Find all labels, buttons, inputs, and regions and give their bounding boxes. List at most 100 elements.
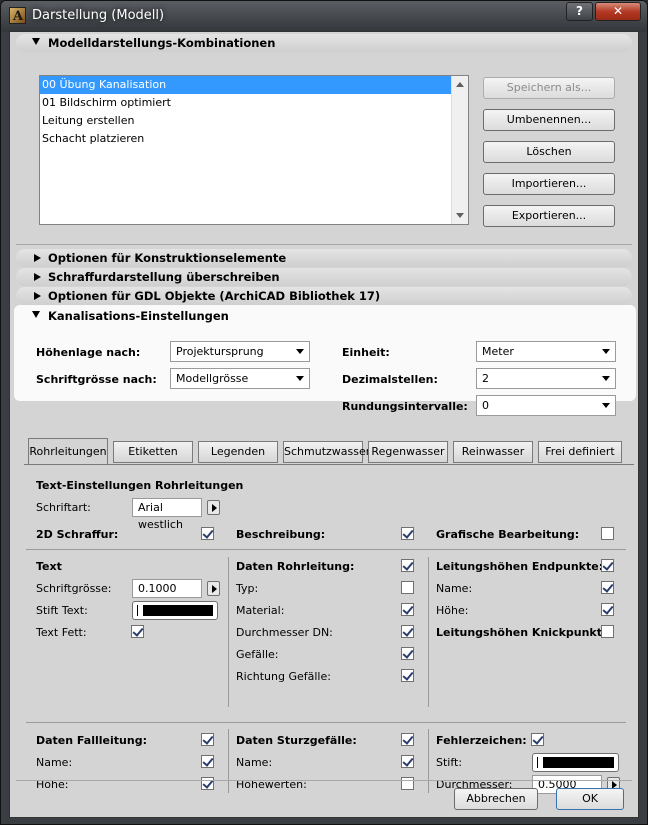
save-as-button[interactable]: Speichern als... bbox=[483, 77, 615, 99]
dezimal-select[interactable]: 2 bbox=[476, 368, 616, 389]
tab-regenwasser[interactable]: Regenwasser bbox=[368, 441, 448, 463]
ep-hoehe-checkbox[interactable] bbox=[601, 603, 614, 616]
hoehenlage-value: Projektursprung bbox=[176, 345, 264, 358]
dialog-window: A Darstellung (Modell) ? ✕ Modelldarstel… bbox=[0, 0, 648, 825]
help-button[interactable]: ? bbox=[566, 2, 593, 21]
endpunkte-checkbox[interactable] bbox=[601, 559, 614, 572]
divider bbox=[26, 722, 626, 723]
divider bbox=[228, 557, 229, 707]
schriftgroesse-nach-select[interactable]: Modellgrösse bbox=[170, 368, 310, 389]
knick-label: Leitungshöhen Knickpunkte: bbox=[436, 626, 614, 639]
section-header-gdl[interactable]: Optionen für GDL Objekte (ArchiCAD Bibli… bbox=[16, 287, 632, 305]
divider bbox=[428, 557, 429, 707]
close-button[interactable]: ✕ bbox=[595, 2, 641, 21]
sturz-name-checkbox[interactable] bbox=[401, 755, 414, 768]
beschreibung-checkbox[interactable] bbox=[401, 527, 414, 540]
expand-triangle-icon bbox=[32, 311, 40, 318]
einheit-value: Meter bbox=[482, 345, 514, 358]
rundung-label: Rundungsintervalle: bbox=[342, 400, 468, 413]
richtung-checkbox[interactable] bbox=[401, 669, 414, 682]
fall-checkbox[interactable] bbox=[201, 733, 214, 746]
grafisch-checkbox[interactable] bbox=[601, 527, 614, 540]
sturz-label: Daten Sturzgefälle: bbox=[236, 734, 357, 747]
ep-name-label: Name: bbox=[436, 582, 473, 595]
stift-text-pen-selector[interactable] bbox=[132, 601, 218, 620]
typ-checkbox[interactable] bbox=[401, 581, 414, 594]
ep-name-checkbox[interactable] bbox=[601, 581, 614, 594]
stift-text-label: Stift Text: bbox=[36, 604, 88, 617]
hoehewerten-checkbox[interactable] bbox=[401, 777, 414, 790]
rohrleitungen-panel: Text-Einstellungen Rohrleitungen Schrift… bbox=[24, 464, 634, 794]
schriftgroesse-field[interactable]: 0.1000 bbox=[132, 579, 202, 598]
tab-schmutzwasser[interactable]: Schmutzwasser bbox=[283, 441, 370, 463]
combo-list-item[interactable]: Leitung erstellen bbox=[40, 112, 468, 130]
scroll-down-icon[interactable] bbox=[456, 213, 464, 218]
endpunkte-label: Leitungshöhen Endpunkte: bbox=[436, 560, 604, 573]
pen-color-swatch bbox=[143, 605, 213, 616]
durchmesser-label: Durchmesser DN: bbox=[236, 626, 333, 639]
cancel-button[interactable]: Abbrechen bbox=[454, 788, 538, 810]
fehler-checkbox[interactable] bbox=[531, 733, 544, 746]
hoehenlage-label: Höhenlage nach: bbox=[36, 346, 141, 359]
fehler-label: Fehlerzeichen: bbox=[436, 734, 527, 747]
schriftart-field[interactable]: Arial westlich bbox=[132, 498, 202, 531]
rundung-select[interactable]: 0 bbox=[476, 395, 616, 416]
section-header-konstruktion[interactable]: Optionen für Konstruktionselemente bbox=[16, 249, 632, 267]
durchmesser-checkbox[interactable] bbox=[401, 625, 414, 638]
combo-list-item[interactable]: 01 Bildschirm optimiert bbox=[40, 94, 468, 112]
einheit-select[interactable]: Meter bbox=[476, 341, 616, 362]
schriftgroesse-popup-arrow-icon[interactable] bbox=[207, 581, 220, 596]
schraffur-checkbox[interactable] bbox=[201, 527, 214, 540]
section-label: Modelldarstellungs-Kombinationen bbox=[48, 36, 276, 50]
chevron-down-icon bbox=[296, 376, 304, 381]
delete-button[interactable]: Löschen bbox=[483, 141, 615, 163]
archicad-app-icon: A bbox=[9, 7, 26, 24]
dialog-client: Modelldarstellungs-Kombinationen 00 Übun… bbox=[9, 31, 639, 818]
pen-marker bbox=[137, 605, 138, 616]
chevron-down-icon bbox=[602, 349, 610, 354]
rename-button[interactable]: Umbenennen... bbox=[483, 109, 615, 131]
divider bbox=[228, 729, 229, 793]
knick-checkbox[interactable] bbox=[601, 625, 614, 638]
tab-etiketten[interactable]: Etiketten bbox=[113, 441, 193, 463]
text-fett-label: Text Fett: bbox=[36, 626, 87, 639]
sturz-checkbox[interactable] bbox=[401, 733, 414, 746]
combo-list-item[interactable]: 00 Übung Kanalisation bbox=[40, 76, 451, 94]
tab-reinwasser[interactable]: Reinwasser bbox=[453, 441, 533, 463]
schriftart-popup-arrow-icon[interactable] bbox=[207, 500, 220, 515]
section-label: Schraffurdarstellung überschreiben bbox=[48, 270, 280, 284]
export-button[interactable]: Exportieren... bbox=[483, 205, 615, 227]
divider bbox=[428, 729, 429, 793]
scroll-up-icon[interactable] bbox=[456, 82, 464, 87]
material-checkbox[interactable] bbox=[401, 603, 414, 616]
gefaelle-checkbox[interactable] bbox=[401, 647, 414, 660]
fall-name-checkbox[interactable] bbox=[201, 755, 214, 768]
chevron-down-icon bbox=[602, 376, 610, 381]
window-title: Darstellung (Modell) bbox=[32, 8, 165, 23]
divider bbox=[16, 780, 632, 781]
schrift-value: Modellgrösse bbox=[176, 372, 249, 385]
combo-list-item[interactable]: Schacht platzieren bbox=[40, 130, 468, 148]
divider bbox=[16, 244, 632, 245]
title-bar[interactable]: A Darstellung (Modell) ? ✕ bbox=[1, 1, 647, 31]
ok-button[interactable]: OK bbox=[556, 788, 624, 810]
tab-frei-definiert[interactable]: Frei definiert bbox=[538, 441, 622, 463]
section-header-schraffur[interactable]: Schraffurdarstellung überschreiben bbox=[16, 268, 632, 286]
section-header-combos[interactable]: Modelldarstellungs-Kombinationen bbox=[16, 34, 632, 52]
chevron-down-icon bbox=[296, 349, 304, 354]
tab-rohrleitungen[interactable]: Rohrleitungen bbox=[28, 438, 108, 465]
stift-pen-selector[interactable] bbox=[532, 753, 619, 772]
fall-hoehe-checkbox[interactable] bbox=[201, 777, 214, 790]
section-header-kanal[interactable]: Kanalisations-Einstellungen bbox=[16, 307, 632, 325]
fall-name-label: Name: bbox=[36, 756, 73, 769]
tab-legenden[interactable]: Legenden bbox=[198, 441, 278, 463]
section-label: Optionen für Konstruktionselemente bbox=[48, 251, 287, 265]
daten-rohr-checkbox[interactable] bbox=[401, 559, 414, 572]
text-fett-checkbox[interactable] bbox=[131, 625, 144, 638]
import-button[interactable]: Importieren... bbox=[483, 173, 615, 195]
schriftart-label: Schriftart: bbox=[36, 501, 91, 514]
hoehenlage-select[interactable]: Projektursprung bbox=[170, 341, 310, 362]
combo-listbox[interactable]: 00 Übung Kanalisation 01 Bildschirm optim… bbox=[39, 75, 469, 225]
list-scrollbar[interactable] bbox=[451, 76, 468, 224]
schraffur-label: 2D Schraffur: bbox=[36, 528, 119, 541]
